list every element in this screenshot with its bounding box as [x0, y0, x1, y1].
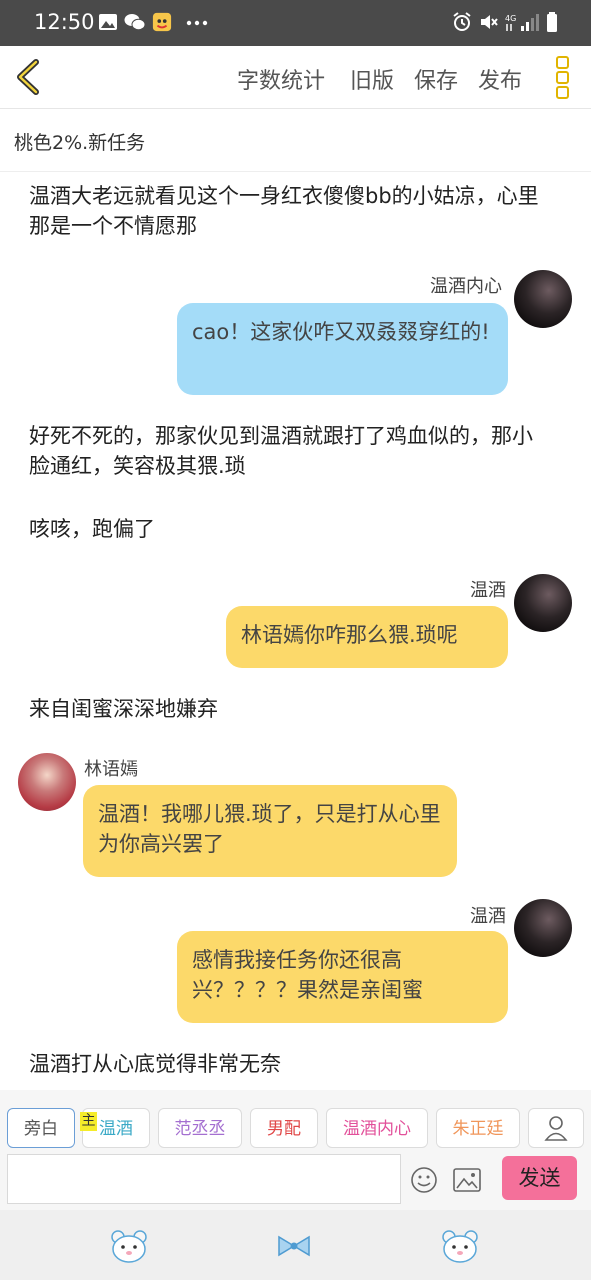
image-icon[interactable]: [453, 1167, 481, 1193]
avatar: [18, 753, 76, 811]
status-bar: 12:50 4G: [0, 0, 591, 46]
battery-icon: [547, 12, 557, 32]
signal-4g-icon: 4G: [505, 14, 539, 31]
bear-face-icon[interactable]: [110, 1229, 148, 1263]
publish-button[interactable]: 发布: [478, 63, 522, 95]
avatar: [514, 899, 572, 957]
message-input[interactable]: [7, 1154, 401, 1204]
gallery-icon: [99, 14, 117, 30]
send-button[interactable]: 发送: [502, 1156, 577, 1200]
avatar: [514, 270, 572, 328]
chat-bubble-right[interactable]: 感情我接任务你还很高兴？？？？果然是亲闺蜜: [177, 931, 508, 1023]
bow-icon[interactable]: [276, 1235, 312, 1257]
chat-bubble-left[interactable]: 温酒！我哪儿猥.琐了，只是打从心里为你高兴罢了: [83, 785, 457, 877]
role-chip-fanchengcheng[interactable]: 范丞丞: [158, 1108, 242, 1148]
narration-text[interactable]: 咳咳，跑偏了: [29, 514, 549, 544]
wechat-icon: [124, 14, 146, 31]
speaker-name: 温酒内心: [430, 276, 502, 297]
narration-text[interactable]: 来自闺蜜深深地嫌弃: [29, 694, 549, 724]
mute-icon: [481, 15, 498, 29]
chapter-title-bar[interactable]: 桃色2%.新任务: [0, 109, 591, 172]
role-chip-narration[interactable]: 旁白: [7, 1108, 75, 1148]
editor-toolbar: 字数统计 旧版 保存 发布: [0, 46, 591, 109]
svg-text:4G: 4G: [505, 14, 516, 23]
avatar: [514, 574, 572, 632]
emoji-icon[interactable]: [410, 1166, 438, 1194]
chat-bubble-right[interactable]: cao！这家伙咋又双叒叕穿红的!: [177, 303, 508, 395]
person-icon: [544, 1116, 568, 1141]
role-chip-male-support[interactable]: 男配: [250, 1108, 318, 1148]
more-menu-icon[interactable]: [552, 56, 572, 99]
role-chip-wenjiu-inner[interactable]: 温酒内心: [326, 1108, 428, 1148]
bear-face-icon[interactable]: [441, 1229, 479, 1263]
role-manage-button[interactable]: [528, 1108, 584, 1148]
alarm-icon: [453, 12, 471, 31]
speaker-name: 温酒: [470, 580, 506, 601]
main-role-marker: 主: [80, 1112, 97, 1131]
narration-text[interactable]: 温酒大老远就看见这个一身红衣傻傻bb的小姑凉，心里那是一个不情愿那: [29, 181, 549, 241]
narration-text[interactable]: 好死不死的，那家伙见到温酒就跟打了鸡血似的，那小脸通红，笑容极其猥.琐: [29, 421, 549, 481]
narration-text[interactable]: 温酒打从心底觉得非常无奈: [29, 1049, 549, 1079]
role-chip-zhuzhengting[interactable]: 朱正廷: [436, 1108, 520, 1148]
status-time: 12:50: [34, 10, 95, 34]
chat-bubble-right[interactable]: 林语嫣你咋那么猥.琐呢: [226, 606, 508, 668]
speaker-name: 林语嫣: [84, 759, 138, 780]
bottom-bar: [0, 1210, 591, 1280]
speaker-name: 温酒: [470, 906, 506, 927]
old-version-button[interactable]: 旧版: [350, 63, 394, 95]
back-arrow-icon[interactable]: [14, 58, 44, 96]
more-notifications-icon: [186, 20, 208, 26]
word-count-button[interactable]: 字数统计: [237, 63, 325, 95]
save-button[interactable]: 保存: [414, 63, 458, 95]
app-notification-icon: [152, 12, 172, 32]
chapter-title: 桃色2%.新任务: [14, 132, 146, 154]
